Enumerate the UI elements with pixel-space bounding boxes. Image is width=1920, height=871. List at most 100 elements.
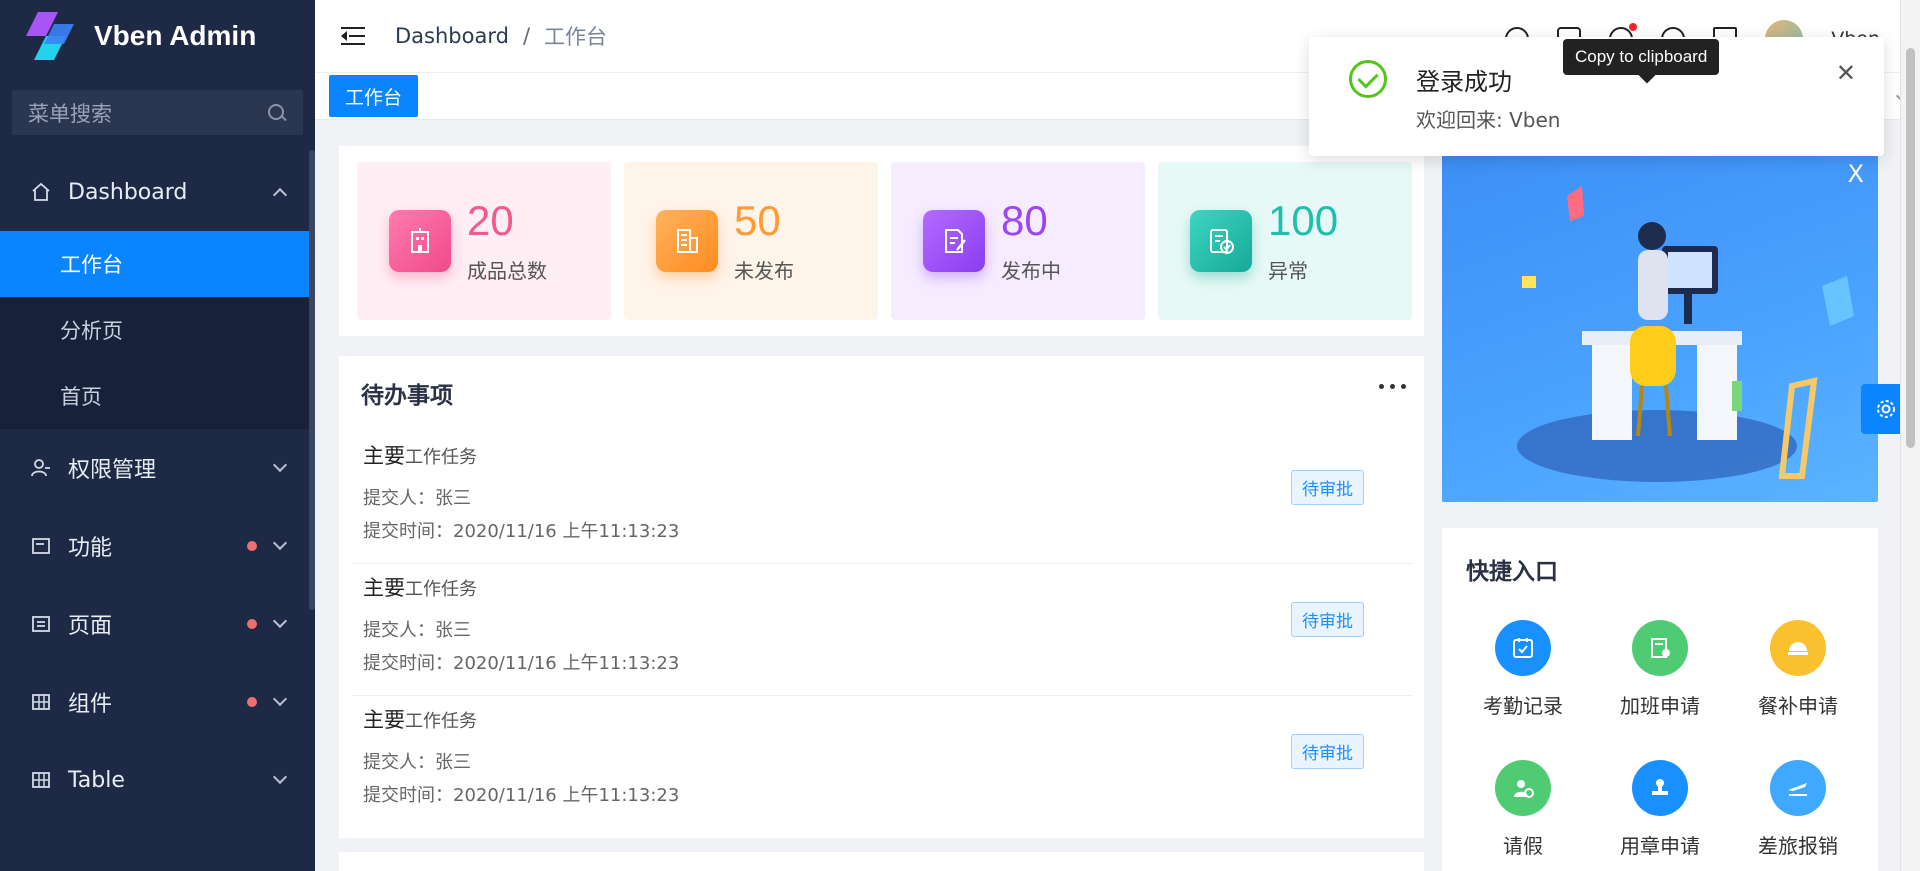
- todo-title: 待办事项: [361, 383, 453, 409]
- menu-search-input[interactable]: 菜单搜索: [12, 90, 303, 135]
- stat-label: 未发布: [734, 258, 794, 283]
- menu-search-placeholder: 菜单搜索: [28, 101, 112, 126]
- quick-item-meal[interactable]: 餐补申请: [1738, 620, 1858, 719]
- chevron-up-icon: [272, 187, 288, 203]
- banner-close-icon[interactable]: X: [1848, 160, 1864, 188]
- menu-item-component[interactable]: 组件: [0, 663, 315, 741]
- notification-dot: [1629, 23, 1638, 31]
- status-badge: 待审批: [1291, 602, 1364, 637]
- stat-value: 50: [734, 197, 781, 245]
- quick-item-label: 请假: [1503, 834, 1543, 858]
- stamp-icon: [1632, 760, 1688, 816]
- todo-submitter: 提交人：张三: [363, 488, 471, 509]
- search-icon: [267, 103, 287, 123]
- checklist-icon: [1190, 210, 1252, 272]
- document-icon: [1632, 620, 1688, 676]
- stat-label: 异常: [1268, 258, 1308, 283]
- quick-entry-title: 快捷入口: [1466, 559, 1558, 585]
- quick-item-label: 用章申请: [1620, 834, 1700, 858]
- workbench-banner: X: [1442, 146, 1878, 502]
- notification-description: 欢迎回来: Vben: [1416, 108, 1561, 132]
- sidebar-menu: Dashboard 工作台 分析页 首页 权限管理 功能 页面 组件 Table: [0, 153, 315, 819]
- app-title: Vben Admin: [94, 20, 257, 51]
- chevron-down-icon: [272, 457, 288, 473]
- stat-value: 20: [467, 197, 514, 245]
- quick-item-label: 餐补申请: [1758, 694, 1838, 718]
- chevron-down-icon: [272, 691, 288, 707]
- quick-item-leave[interactable]: 请假: [1463, 760, 1583, 859]
- stat-total: 20 成品总数: [357, 162, 611, 320]
- check-circle-icon: [1349, 60, 1387, 98]
- dashboard-submenu: 工作台 分析页 首页: [0, 231, 315, 429]
- quick-item-label: 加班申请: [1620, 694, 1700, 718]
- table-icon: [30, 769, 52, 791]
- page-icon: [30, 613, 52, 635]
- copy-tooltip: Copy to clipboard: [1563, 39, 1720, 75]
- quick-item-travel[interactable]: 差旅报销: [1738, 760, 1858, 859]
- office-building-icon: [656, 210, 718, 272]
- notification-title: 登录成功: [1416, 68, 1512, 96]
- quick-item-stamp[interactable]: 用章申请: [1600, 760, 1720, 859]
- menu-item-dashboard[interactable]: Dashboard: [0, 153, 315, 231]
- stat-value: 80: [1001, 197, 1048, 245]
- todo-submitter: 提交人：张三: [363, 620, 471, 641]
- menu-item-feature[interactable]: 功能: [0, 507, 315, 585]
- todo-time: 提交时间：2020/11/16 上午11:13:23: [363, 785, 680, 806]
- building-icon: [389, 210, 451, 272]
- menu-item-table[interactable]: Table: [0, 741, 315, 819]
- status-badge: 待审批: [1291, 734, 1364, 769]
- breadcrumb-item[interactable]: Dashboard: [395, 24, 509, 48]
- logo[interactable]: Vben Admin: [0, 0, 315, 72]
- user-icon: [30, 457, 52, 479]
- chevron-down-icon: [272, 613, 288, 629]
- todo-item[interactable]: 主要工作任务 提交人：张三 提交时间：2020/11/16 上午11:13:23…: [351, 432, 1412, 564]
- todo-item-title: 主要工作任务: [363, 576, 477, 600]
- submenu-item-analysis[interactable]: 分析页: [0, 297, 315, 363]
- calendar-check-icon: [1495, 620, 1551, 676]
- stat-value: 100: [1268, 197, 1339, 245]
- stat-label: 发布中: [1001, 258, 1061, 283]
- menu-item-page[interactable]: 页面: [0, 585, 315, 663]
- todo-item[interactable]: 主要工作任务 提交人：张三 提交时间：2020/11/16 上午11:13:23…: [351, 696, 1412, 828]
- menu-fold-icon[interactable]: [341, 26, 365, 46]
- meal-icon: [1770, 620, 1826, 676]
- next-card-edge: [339, 852, 1424, 871]
- notification-dot: [247, 697, 257, 707]
- chevron-down-icon: [272, 769, 288, 785]
- quick-item-overtime[interactable]: 加班申请: [1600, 620, 1720, 719]
- submenu-item-home[interactable]: 首页: [0, 363, 315, 429]
- menu-item-label: 权限管理: [68, 458, 157, 483]
- breadcrumb-separator: /: [522, 24, 531, 48]
- todo-time: 提交时间：2020/11/16 上午11:13:23: [363, 521, 680, 542]
- more-icon[interactable]: [1379, 384, 1406, 389]
- todo-item[interactable]: 主要工作任务 提交人：张三 提交时间：2020/11/16 上午11:13:23…: [351, 564, 1412, 696]
- stat-exception: 100 异常: [1158, 162, 1412, 320]
- close-icon[interactable]: ✕: [1836, 59, 1856, 87]
- plane-icon: [1770, 760, 1826, 816]
- submenu-item-workbench[interactable]: 工作台: [0, 231, 315, 297]
- grid-icon: [30, 691, 52, 713]
- scrollbar-thumb[interactable]: [1906, 48, 1915, 448]
- stat-publishing: 80 发布中: [891, 162, 1145, 320]
- todo-item-title: 主要工作任务: [363, 708, 477, 732]
- notification-dot: [247, 541, 257, 551]
- breadcrumb: Dashboard / 工作台: [395, 21, 607, 51]
- menu-item-permission[interactable]: 权限管理: [0, 429, 315, 507]
- sidebar-scrollbar[interactable]: [309, 150, 315, 610]
- menu-item-label: 功能: [68, 536, 113, 561]
- quick-item-attendance[interactable]: 考勤记录: [1463, 620, 1583, 719]
- notification-dot: [247, 619, 257, 629]
- breadcrumb-item[interactable]: 工作台: [544, 21, 607, 51]
- menu-item-label: 组件: [68, 692, 113, 717]
- chevron-down-icon: [272, 535, 288, 551]
- todo-item-title: 主要工作任务: [363, 444, 477, 468]
- gear-icon: [1877, 400, 1895, 418]
- sidebar: Vben Admin 菜单搜索 Dashboard 工作台 分析页 首页 权限管…: [0, 0, 315, 871]
- page-scrollbar[interactable]: [1900, 0, 1920, 871]
- stat-label: 成品总数: [467, 258, 547, 283]
- workbench-illustration: [1517, 186, 1854, 482]
- tab-workbench[interactable]: 工作台: [329, 75, 419, 117]
- menu-item-label: 页面: [68, 614, 113, 639]
- todo-time: 提交时间：2020/11/16 上午11:13:23: [363, 653, 680, 674]
- todo-card: 待办事项 主要工作任务 提交人：张三 提交时间：2020/11/16 上午11:…: [339, 356, 1424, 838]
